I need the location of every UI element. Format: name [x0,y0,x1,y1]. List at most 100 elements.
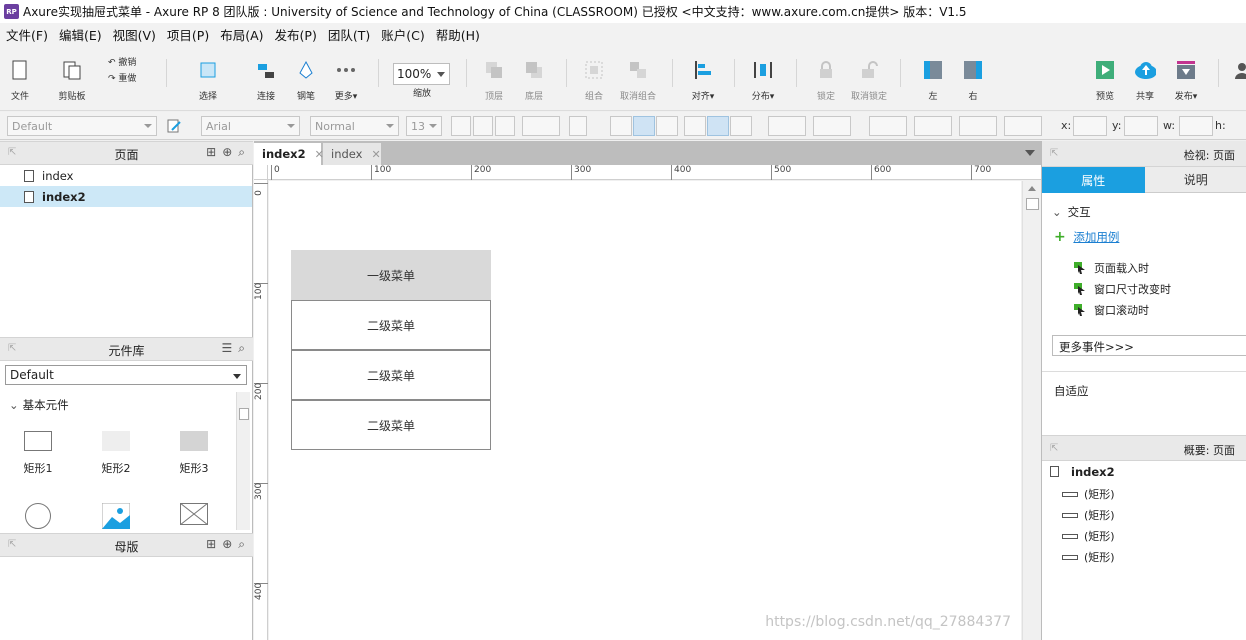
w-input[interactable] [1179,116,1213,136]
level1-menu[interactable]: 一级菜单 [291,250,491,300]
search-icon[interactable]: ⌕ [238,145,245,160]
canvas-scrollbar[interactable] [1022,181,1041,640]
align-center-button[interactable] [633,116,655,136]
align-left-button[interactable] [610,116,632,136]
align-button[interactable]: 对齐▾ [683,51,723,102]
more-events-select[interactable]: 更多事件>>> [1052,335,1246,356]
align-right-button[interactable] [656,116,678,136]
menu-account[interactable]: 账户(C) [381,25,424,44]
menu-view[interactable]: 视图(V) [113,25,156,44]
tab-index2[interactable]: index2 ✕ [254,143,324,165]
add-folder-icon[interactable]: ⊕ [222,145,232,160]
tab-properties[interactable]: 属性 [1042,167,1145,193]
menu-edit[interactable]: 编辑(E) [59,25,102,44]
preview-button[interactable]: 预览 [1085,51,1125,102]
level2-menu-item[interactable]: 二级菜单 [291,300,491,350]
page-item-index[interactable]: index [0,165,252,186]
fill-color-button[interactable] [768,116,806,136]
widget-rectangle2[interactable]: 矩形2 [86,431,146,476]
library-section-basic[interactable]: ⌄ 基本元件 [9,397,69,413]
y-input[interactable] [1124,116,1158,136]
chevron-down-icon[interactable] [1025,150,1035,156]
adaptive-section[interactable]: 自适应 [1054,383,1089,399]
italic-button[interactable] [473,116,493,136]
menu-help[interactable]: 帮助(H) [436,25,480,44]
library-select[interactable]: Default [5,365,247,385]
account-button[interactable] [1222,51,1246,81]
connect-button[interactable]: 连接 [246,51,286,102]
redo-button[interactable]: ↷ 重做 [108,71,136,87]
menu-layout[interactable]: 布局(A) [220,25,263,44]
arrow-style-button[interactable] [1004,116,1042,136]
outline-item-rectangle[interactable]: (矩形) [1062,486,1115,502]
undo-button[interactable]: ↶ 撤销 [108,55,136,71]
tab-notes[interactable]: 说明 [1144,167,1246,193]
share-button[interactable]: 共享 [1125,51,1165,102]
add-case-link[interactable]: + 添加用例 [1054,229,1119,245]
left-button[interactable]: 左 [913,51,953,102]
shadow-button[interactable] [813,116,851,136]
search-icon[interactable]: ⌕ [238,537,245,552]
add-folder-icon[interactable]: ⊕ [222,537,232,552]
right-button[interactable]: 右 [953,51,993,102]
line-width-button[interactable] [914,116,952,136]
outline-item-rectangle[interactable]: (矩形) [1062,507,1115,523]
tab-index[interactable]: index ✕ [323,143,381,165]
valign-middle-button[interactable] [707,116,729,136]
page-item-index2[interactable]: index2 [0,186,252,207]
add-master-icon[interactable]: ⊞ [206,537,216,552]
menu-publish[interactable]: 发布(P) [275,25,317,44]
library-scrollbar[interactable] [236,392,250,530]
widget-rectangle1[interactable]: 矩形1 [8,431,68,476]
more-button[interactable]: 更多▾ [326,51,366,102]
interaction-section[interactable]: ⌄ 交互 [1052,204,1091,220]
style-select[interactable]: Default [7,116,157,136]
line-style-button[interactable] [959,116,997,136]
font-weight-select[interactable]: Normal [310,116,399,136]
pin-icon[interactable]: ⇱ [1050,443,1058,454]
bring-front-button[interactable]: 顶层 [474,51,514,102]
font-size-select[interactable]: 13 [406,116,442,136]
lock-button[interactable]: 锁定 [806,51,846,102]
send-back-button[interactable]: 底层 [514,51,554,102]
publish-button[interactable]: 发布▾ [1166,51,1206,102]
distribute-button[interactable]: 分布▾ [743,51,783,102]
level2-menu-item[interactable]: 二级菜单 [291,400,491,450]
menu-project[interactable]: 项目(P) [167,25,209,44]
x-input[interactable] [1073,116,1107,136]
event-page-load[interactable]: 页面载入时 [1074,260,1149,276]
line-color-button[interactable] [869,116,907,136]
level2-menu-item[interactable]: 二级菜单 [291,350,491,400]
add-page-icon[interactable]: ⊞ [206,145,216,160]
event-window-resize[interactable]: 窗口尺寸改变时 [1074,281,1171,297]
text-more-button[interactable] [569,116,587,136]
scroll-up-icon[interactable] [1028,186,1036,191]
bold-button[interactable] [451,116,471,136]
font-select[interactable]: Arial [201,116,300,136]
menu-icon[interactable]: ☰ [222,341,233,356]
clipboard-button[interactable]: 剪贴板 [52,51,92,102]
group-button[interactable]: 组合 [574,51,614,102]
pen-button[interactable]: 钢笔 [286,51,326,102]
outline-item-rectangle[interactable]: (矩形) [1062,549,1115,565]
pin-icon[interactable]: ⇱ [1050,148,1058,159]
valign-bottom-button[interactable] [730,116,752,136]
menu-team[interactable]: 团队(T) [328,25,370,44]
close-icon[interactable]: ✕ [371,148,380,161]
ungroup-button[interactable]: 取消组合 [618,51,658,102]
valign-top-button[interactable] [684,116,706,136]
widget-placeholder[interactable] [164,503,224,534]
style-manage-button[interactable] [164,116,184,136]
unlock-button[interactable]: 取消锁定 [849,51,889,102]
search-icon[interactable]: ⌕ [238,341,245,356]
outline-item-rectangle[interactable]: (矩形) [1062,528,1115,544]
scrollbar-thumb[interactable] [1026,198,1039,210]
widget-rectangle3[interactable]: 矩形3 [164,431,224,476]
file-button[interactable]: 文件 [0,51,40,102]
outline-root-page[interactable]: index2 [1050,465,1115,479]
menu-file[interactable]: 文件(F) [6,25,48,44]
scrollbar-thumb[interactable] [239,408,249,420]
underline-button[interactable] [495,116,515,136]
select-button[interactable]: 选择 [188,51,228,102]
event-window-scroll[interactable]: 窗口滚动时 [1074,302,1149,318]
